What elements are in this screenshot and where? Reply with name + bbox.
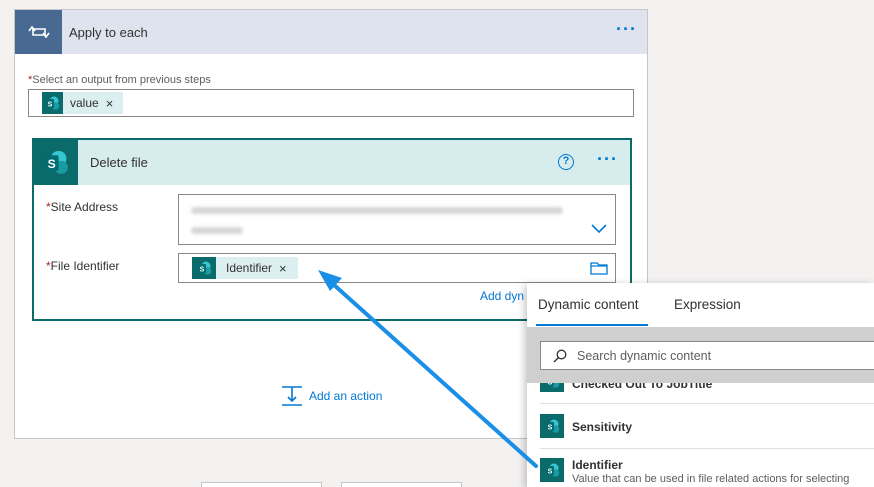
apply-to-each-header[interactable]: Apply to each ··· <box>15 10 647 54</box>
delete-file-title: Delete file <box>90 155 148 170</box>
search-placeholder: Search dynamic content <box>577 348 712 363</box>
sharepoint-icon: S <box>192 257 216 279</box>
add-an-action-label: Add an action <box>309 389 383 403</box>
blurred-site-address <box>191 227 243 234</box>
dynamic-item-name: Identifier <box>572 458 623 472</box>
apply-to-each-more-button[interactable]: ··· <box>616 20 637 38</box>
loop-icon <box>15 10 62 54</box>
remove-token-button[interactable]: × <box>106 96 114 111</box>
sharepoint-icon: S <box>540 458 564 482</box>
svg-text:S: S <box>547 383 552 386</box>
bottom-button[interactable] <box>341 482 462 487</box>
search-input[interactable]: Search dynamic content <box>540 341 874 370</box>
folder-icon[interactable] <box>590 261 608 275</box>
add-dynamic-content-link[interactable]: Add dynamic content <box>480 289 524 303</box>
sharepoint-icon: S <box>540 383 564 392</box>
identifier-token[interactable]: S Identifier × <box>192 257 298 279</box>
add-action-icon <box>282 386 302 406</box>
svg-text:S: S <box>199 266 204 273</box>
delete-file-header[interactable]: S Delete file ? ··· <box>34 140 630 185</box>
search-band: Search dynamic content <box>527 327 874 383</box>
svg-text:S: S <box>48 101 53 108</box>
dynamic-item[interactable]: S Sensitivity <box>540 414 874 440</box>
value-token-label: value <box>70 96 99 110</box>
bottom-button[interactable] <box>201 482 322 487</box>
apply-to-each-title: Apply to each <box>69 24 148 40</box>
file-identifier-label-text: File Identifier <box>50 259 120 273</box>
sharepoint-icon: S <box>34 140 78 185</box>
active-tab-indicator <box>536 324 648 326</box>
site-address-dropdown[interactable] <box>178 194 616 245</box>
sharepoint-icon: S <box>42 92 63 114</box>
svg-text:S: S <box>547 468 552 475</box>
dynamic-item-name: Sensitivity <box>572 420 633 434</box>
file-identifier-input[interactable]: S Identifier × <box>178 253 616 283</box>
sharepoint-icon: S <box>540 414 564 438</box>
identifier-token-label: Identifier <box>226 261 273 275</box>
delete-file-more-button[interactable]: ··· <box>597 150 618 168</box>
divider <box>540 403 874 404</box>
dynamic-item-name: Checked Out To JobTitle <box>572 383 713 391</box>
remove-token-button[interactable]: × <box>279 261 287 276</box>
dynamic-content-panel: Dynamic content Expression Search dynami… <box>527 283 874 487</box>
blurred-site-address <box>191 207 563 214</box>
dynamic-item[interactable]: S Checked Out To JobTitle <box>540 383 874 392</box>
select-output-label-text: Select an output from previous steps <box>32 74 211 86</box>
add-an-action-button[interactable]: Add an action <box>281 385 382 407</box>
search-icon <box>553 349 567 362</box>
panel-tabs: Dynamic content Expression <box>527 283 874 327</box>
tab-dynamic-content[interactable]: Dynamic content <box>538 297 639 312</box>
dynamic-item[interactable]: S Identifier Value that can be used in f… <box>540 458 874 487</box>
svg-text:S: S <box>48 157 56 171</box>
site-address-label: *Site Address <box>46 200 118 214</box>
site-address-label-text: Site Address <box>50 200 119 214</box>
help-icon[interactable]: ? <box>558 154 574 170</box>
divider <box>540 448 874 449</box>
svg-text:S: S <box>547 424 552 431</box>
file-identifier-label: *File Identifier <box>46 259 119 273</box>
select-output-label: *Select an output from previous steps <box>28 74 211 86</box>
chevron-down-icon[interactable] <box>591 224 607 234</box>
value-token[interactable]: S value × <box>42 92 123 114</box>
dynamic-item-description: Value that can be used in file related a… <box>572 473 850 485</box>
tab-expression[interactable]: Expression <box>674 297 741 312</box>
select-output-input[interactable]: S value × <box>28 89 634 117</box>
